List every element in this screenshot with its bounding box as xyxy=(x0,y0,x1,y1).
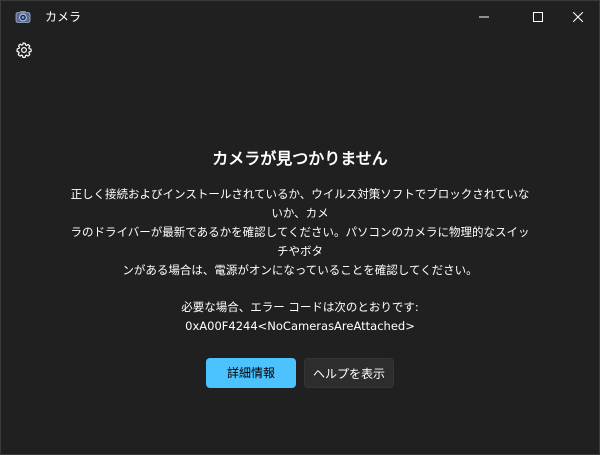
action-buttons: 詳細情報 ヘルプを表示 xyxy=(1,358,599,388)
minimize-icon xyxy=(479,16,489,18)
title-bar: カメラ xyxy=(1,1,599,33)
error-code-intro: 必要な場合、エラー コードは次のとおりです: xyxy=(181,300,419,314)
description-line: 正しく接続およびインストールされているか、ウイルス対策ソフトでブロックされていな… xyxy=(70,187,530,220)
maximize-icon xyxy=(533,12,543,22)
gear-icon xyxy=(16,42,32,59)
minimize-button[interactable] xyxy=(461,1,507,33)
window-title: カメラ xyxy=(45,10,82,24)
camera-icon xyxy=(15,9,31,25)
error-description: 正しく接続およびインストールされているか、ウイルス対策ソフトでブロックされていな… xyxy=(65,185,535,280)
error-code: 0xA00F4244<NoCamerasAreAttached> xyxy=(185,319,415,333)
error-heading: カメラが見つかりません xyxy=(212,149,388,168)
close-icon xyxy=(573,12,583,22)
description-line: ラのドライバーが最新であるかを確認してください。パソコンのカメラに物理的なスイッ… xyxy=(70,225,530,258)
help-button[interactable]: ヘルプを表示 xyxy=(304,358,394,388)
error-panel: カメラが見つかりません 正しく接続およびインストールされているか、ウイルス対策ソ… xyxy=(1,147,599,388)
description-line: ンがある場合は、電源がオンになっていることを確認してください。 xyxy=(122,263,478,277)
close-button[interactable] xyxy=(555,1,600,33)
details-button[interactable]: 詳細情報 xyxy=(206,358,296,388)
settings-button[interactable] xyxy=(13,39,35,61)
error-code-block: 必要な場合、エラー コードは次のとおりです: 0xA00F4244<NoCame… xyxy=(1,298,599,336)
